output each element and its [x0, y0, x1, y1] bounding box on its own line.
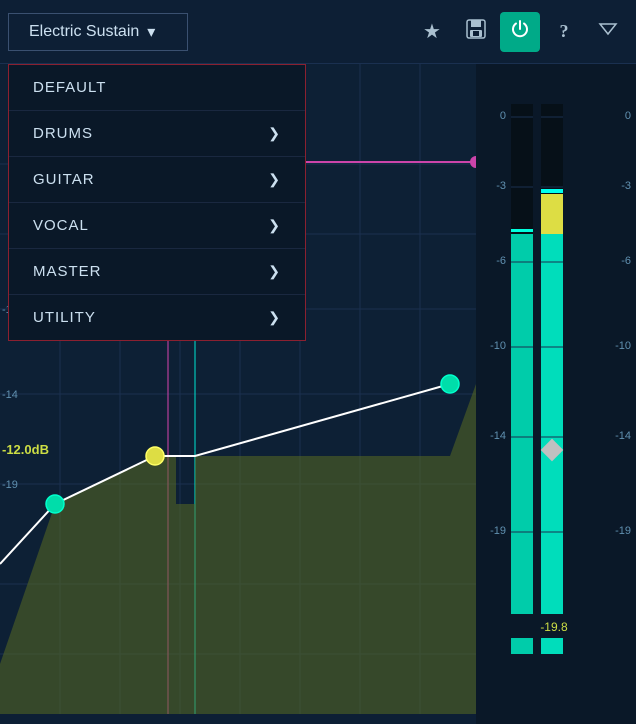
dropdown-vocal-label: VOCAL — [33, 217, 89, 234]
plugin-container: Electric Sustain ▾ ★ — [0, 0, 636, 714]
svg-text:-3: -3 — [496, 180, 506, 192]
preset-selector[interactable]: Electric Sustain ▾ — [8, 13, 188, 51]
star-button[interactable]: ★ — [412, 12, 452, 52]
svg-text:-19: -19 — [490, 525, 506, 537]
guitar-arrow-icon: ❯ — [268, 171, 281, 188]
svg-text:0: 0 — [500, 110, 506, 122]
save-icon — [465, 18, 487, 45]
menu-button[interactable] — [588, 12, 628, 52]
dropdown-default-label: DEFAULT — [33, 79, 106, 96]
star-icon: ★ — [423, 19, 441, 44]
svg-text:-19.8: -19.8 — [540, 620, 568, 634]
power-button[interactable] — [500, 12, 540, 52]
help-button[interactable]: ? — [544, 12, 584, 52]
svg-text:-14: -14 — [490, 430, 506, 442]
dropdown-item-utility[interactable]: UTILITY ❯ — [9, 295, 305, 340]
preset-name: Electric Sustain — [29, 23, 139, 41]
svg-text:-10: -10 — [615, 340, 631, 352]
vu-meter-area: 0 -3 -6 -10 -14 -19 0 -3 -6 -10 -14 -19 — [476, 64, 636, 714]
dropdown-item-default[interactable]: DEFAULT — [9, 65, 305, 111]
svg-text:-14: -14 — [2, 389, 18, 401]
svg-text:-10: -10 — [490, 340, 506, 352]
svg-text:-3: -3 — [621, 180, 631, 192]
master-arrow-icon: ❯ — [268, 263, 281, 280]
power-icon — [509, 18, 531, 45]
header-bar: Electric Sustain ▾ ★ — [0, 0, 636, 64]
svg-text:0: 0 — [625, 110, 631, 122]
svg-text:-19: -19 — [615, 525, 631, 537]
vu-meter-svg: 0 -3 -6 -10 -14 -19 0 -3 -6 -10 -14 -19 — [476, 74, 636, 724]
question-icon: ? — [560, 21, 569, 42]
dropdown-master-label: MASTER — [33, 263, 102, 280]
vocal-arrow-icon: ❯ — [268, 217, 281, 234]
drums-arrow-icon: ❯ — [268, 125, 281, 142]
dropdown-guitar-label: GUITAR — [33, 171, 95, 188]
svg-text:-19: -19 — [2, 479, 18, 491]
dropdown-drums-label: DRUMS — [33, 125, 93, 142]
dropdown-item-master[interactable]: MASTER ❯ — [9, 249, 305, 295]
dropdown-item-vocal[interactable]: VOCAL ❯ — [9, 203, 305, 249]
svg-text:-12.0dB: -12.0dB — [2, 442, 49, 457]
dropdown-item-drums[interactable]: DRUMS ❯ — [9, 111, 305, 157]
dropdown-utility-label: UTILITY — [33, 309, 96, 326]
menu-down-icon — [598, 22, 618, 41]
header-icons: ★ — [412, 12, 628, 52]
dropdown-item-guitar[interactable]: GUITAR ❯ — [9, 157, 305, 203]
svg-text:-6: -6 — [496, 255, 506, 267]
utility-arrow-icon: ❯ — [268, 309, 281, 326]
chevron-down-icon: ▾ — [147, 22, 155, 42]
save-button[interactable] — [456, 12, 496, 52]
svg-text:-6: -6 — [621, 255, 631, 267]
svg-text:-14: -14 — [615, 430, 631, 442]
dropdown-menu: DEFAULT DRUMS ❯ GUITAR ❯ VOCAL ❯ MASTER … — [8, 64, 306, 341]
